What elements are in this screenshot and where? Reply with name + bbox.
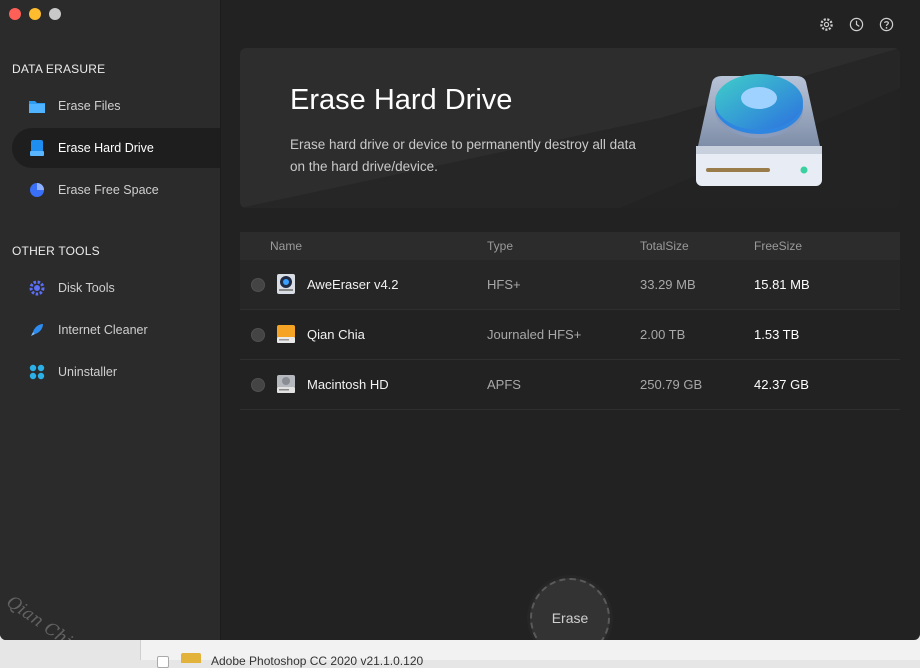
hard-drive-illustration xyxy=(696,74,822,186)
drive-type: Journaled HFS+ xyxy=(487,327,582,342)
background-folder-icon xyxy=(181,653,201,663)
drive-name: Qian Chia xyxy=(307,327,365,342)
zoom-window-button[interactable] xyxy=(49,8,61,20)
sidebar-item-label: Erase Hard Drive xyxy=(58,141,154,155)
background-window-text: Adobe Photoshop CC 2020 v21.1.0.120 xyxy=(211,654,424,668)
section-title-data-erasure: DATA ERASURE xyxy=(12,62,106,76)
column-header-type[interactable]: Type xyxy=(487,239,513,253)
section-title-other-tools: OTHER TOOLS xyxy=(12,244,100,258)
table-row[interactable]: Macintosh HD APFS 250.79 GB 42.37 GB xyxy=(240,360,900,410)
drive-name: AweEraser v4.2 xyxy=(307,277,399,292)
drive-free-size: 42.37 GB xyxy=(754,377,809,392)
drive-total-size: 2.00 TB xyxy=(640,327,686,342)
column-header-totalsize[interactable]: TotalSize xyxy=(640,239,689,253)
drive-free-size: 15.81 MB xyxy=(754,277,810,292)
background-window: Adobe Photoshop CC 2020 v21.1.0.120 xyxy=(140,640,920,668)
table-header: Name Type TotalSize FreeSize xyxy=(240,232,900,260)
sidebar-item-label: Erase Free Space xyxy=(58,183,159,197)
drive-total-size: 250.79 GB xyxy=(640,377,703,392)
settings-icon[interactable] xyxy=(818,16,834,32)
drive-name: Macintosh HD xyxy=(307,377,389,392)
page-description: Erase hard drive or device to permanentl… xyxy=(290,137,636,174)
watermark-text: Qian Chia Soft xyxy=(2,592,118,640)
drive-total-size: 33.29 MB xyxy=(640,277,696,292)
folder-icon xyxy=(28,97,46,115)
drive-type: HFS+ xyxy=(487,277,521,292)
rocket-icon xyxy=(28,321,46,339)
external-drive-icon xyxy=(275,323,297,345)
sidebar-item-erase-hard-drive[interactable]: Erase Hard Drive xyxy=(12,128,220,168)
sidebar-item-label: Internet Cleaner xyxy=(58,323,148,337)
pie-chart-icon xyxy=(28,181,46,199)
column-header-freesize[interactable]: FreeSize xyxy=(754,239,802,253)
apps-grid-icon xyxy=(28,363,46,381)
sidebar-item-label: Disk Tools xyxy=(58,281,115,295)
gear-icon xyxy=(28,279,46,297)
hard-drive-icon xyxy=(28,139,46,157)
window-controls xyxy=(9,8,61,20)
select-radio[interactable] xyxy=(251,277,265,292)
help-icon[interactable] xyxy=(878,16,894,32)
select-radio[interactable] xyxy=(251,327,265,342)
drive-free-size: 1.53 TB xyxy=(754,327,800,342)
close-window-button[interactable] xyxy=(9,8,21,20)
table-row[interactable]: AweEraser v4.2 HFS+ 33.29 MB 15.81 MB xyxy=(240,260,900,310)
select-radio[interactable] xyxy=(251,377,265,392)
page-title: Erase Hard Drive xyxy=(290,84,513,116)
disk-image-icon xyxy=(275,273,297,295)
sidebar-item-erase-free-space[interactable]: Erase Free Space xyxy=(12,170,220,210)
hero-banner: Erase Hard Drive Erase hard drive or dev… xyxy=(240,48,900,208)
sidebar-item-erase-files[interactable]: Erase Files xyxy=(12,86,220,126)
background-checkbox xyxy=(157,656,169,668)
sidebar-item-label: Uninstaller xyxy=(58,365,118,379)
sidebar-item-uninstaller[interactable]: Uninstaller xyxy=(12,352,220,392)
history-icon[interactable] xyxy=(848,16,864,32)
table-row[interactable]: Qian Chia Journaled HFS+ 2.00 TB 1.53 TB xyxy=(240,310,900,360)
sidebar-item-disk-tools[interactable]: Disk Tools xyxy=(12,268,220,308)
drive-type: APFS xyxy=(487,377,521,392)
sidebar-item-label: Erase Files xyxy=(58,99,121,113)
toolbar xyxy=(818,16,894,32)
app-window: DATA ERASURE Erase Files Erase Hard Driv… xyxy=(0,0,920,640)
erase-button-label: Erase xyxy=(551,610,589,626)
erase-button[interactable]: Erase xyxy=(530,578,610,640)
internal-drive-icon xyxy=(275,373,297,395)
column-header-name[interactable]: Name xyxy=(270,239,302,253)
drive-table: Name Type TotalSize FreeSize AweEraser v… xyxy=(240,232,900,410)
sidebar: DATA ERASURE Erase Files Erase Hard Driv… xyxy=(0,0,221,640)
sidebar-item-internet-cleaner[interactable]: Internet Cleaner xyxy=(12,310,220,350)
minimize-window-button[interactable] xyxy=(29,8,41,20)
